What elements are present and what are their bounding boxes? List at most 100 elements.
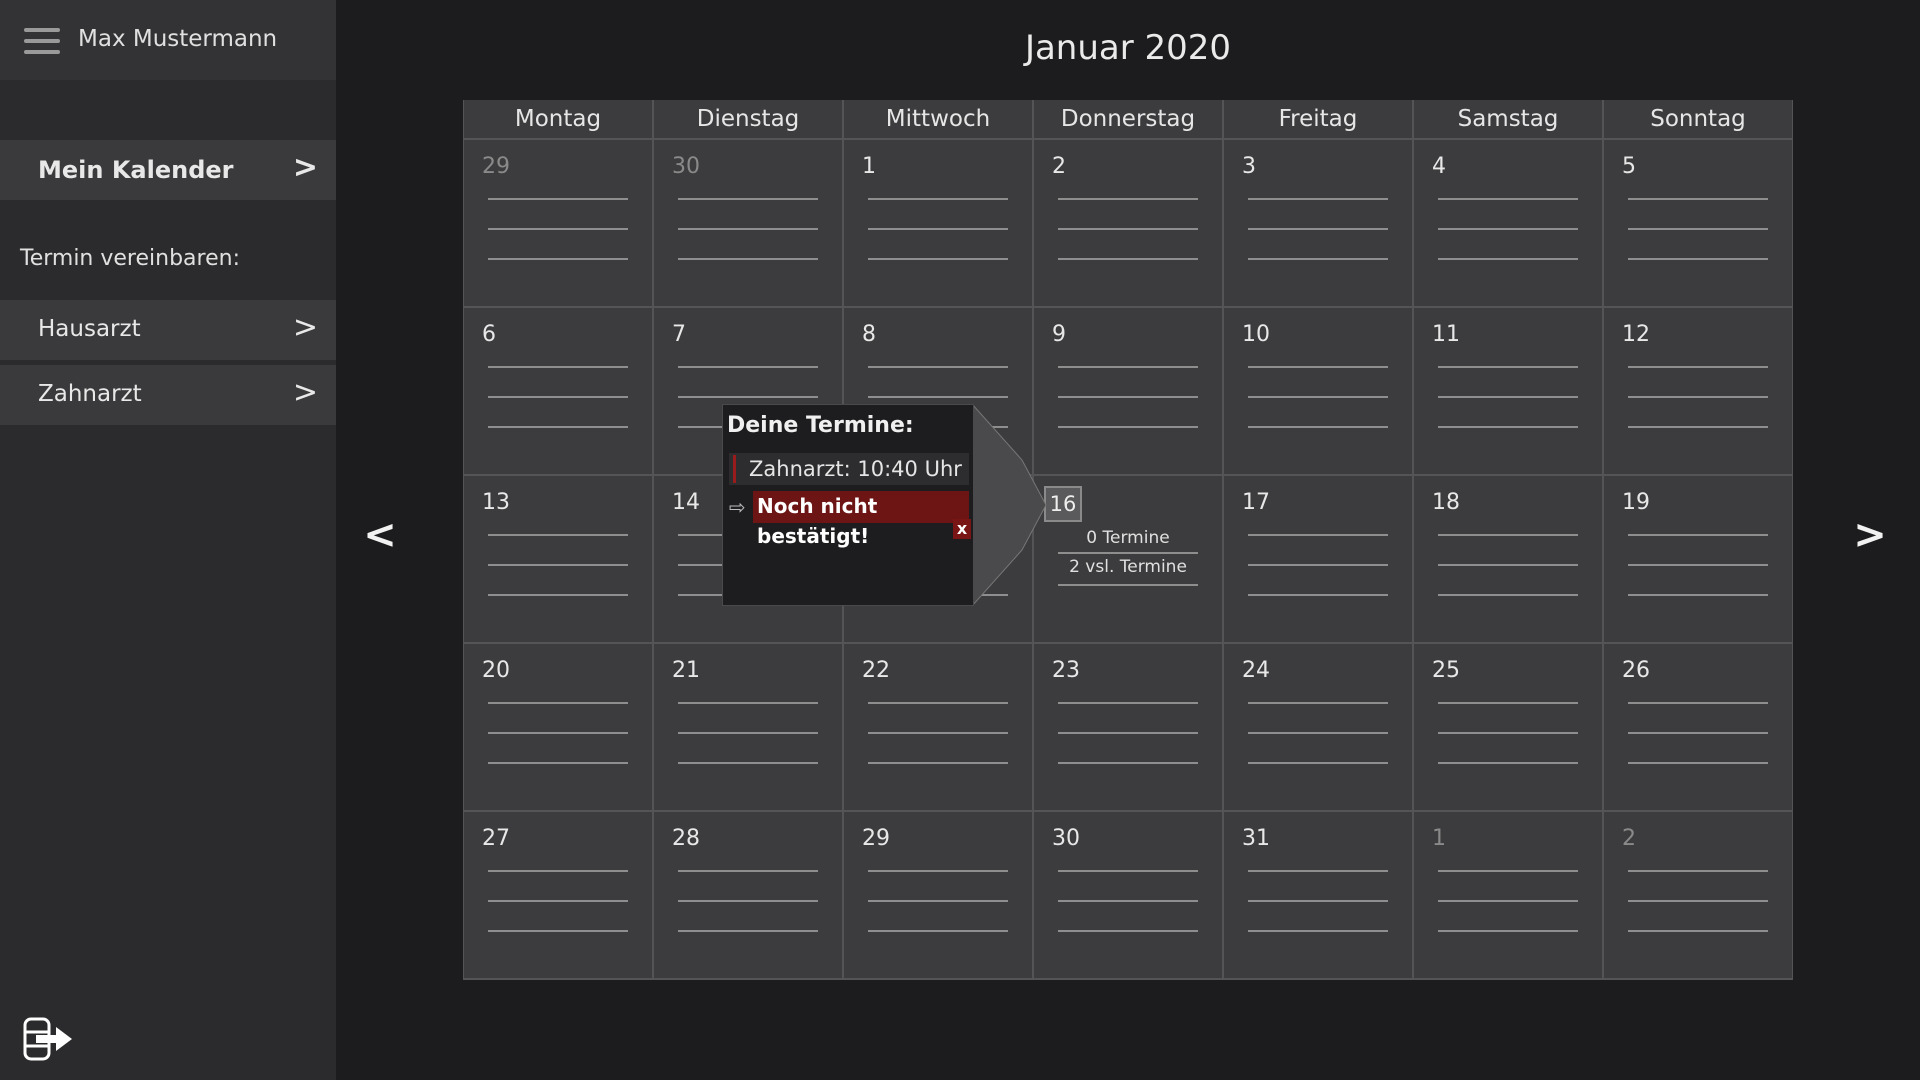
calendar-day-cell[interactable]: 30 [654, 140, 842, 306]
slot-line [678, 900, 818, 902]
slot-line [1248, 594, 1388, 596]
calendar-day-cell[interactable]: 11 [1414, 308, 1602, 474]
day-number: 18 [1432, 490, 1460, 515]
calendar-day-cell[interactable]: 29 [464, 140, 652, 306]
day-number: 29 [482, 154, 510, 179]
sidebar-item-mein-kalender[interactable]: Mein Kalender > [0, 140, 336, 200]
slot-line [868, 732, 1008, 734]
slot-line [1438, 732, 1578, 734]
sidebar-item-hausarzt[interactable]: Hausarzt > [0, 300, 336, 360]
slot-line [488, 198, 628, 200]
hamburger-menu-icon[interactable] [24, 28, 60, 54]
termine-count: 0 Termine [1086, 528, 1170, 548]
weekday-header: Freitag [1224, 100, 1412, 138]
weekday-header: Dienstag [654, 100, 842, 138]
popup-pointer-icon [972, 404, 1047, 606]
calendar-day-cell[interactable]: 2 [1604, 812, 1792, 978]
slot-line [488, 366, 628, 368]
slot-line [488, 258, 628, 260]
slot-line [678, 258, 818, 260]
calendar-day-cell[interactable]: 30 [1034, 812, 1222, 978]
slot-line [678, 228, 818, 230]
close-button[interactable]: x [953, 519, 971, 539]
calendar-day-cell[interactable]: 18 [1414, 476, 1602, 642]
slot-line [1058, 228, 1198, 230]
day-number: 28 [672, 826, 700, 851]
slot-line [678, 732, 818, 734]
day-number: 7 [672, 322, 686, 347]
day-number: 1 [1432, 826, 1446, 851]
slot-line [488, 534, 628, 536]
popup-title: Deine Termine: [727, 413, 914, 438]
calendar-day-cell[interactable]: 19 [1604, 476, 1792, 642]
vsl-termine-count: 2 vsl. Termine [1069, 557, 1187, 577]
calendar-day-cell[interactable]: 23 [1034, 644, 1222, 810]
day-number: 25 [1432, 658, 1460, 683]
calendar-day-cell[interactable]: 20 [464, 644, 652, 810]
slot-line [1248, 732, 1388, 734]
calendar-day-cell[interactable]: 2 [1034, 140, 1222, 306]
slot-line [1438, 702, 1578, 704]
appointment-item[interactable]: Zahnarzt: 10:40 Uhr [729, 453, 969, 485]
day-number: 10 [1242, 322, 1270, 347]
slot-line [1248, 258, 1388, 260]
calendar-day-cell[interactable]: 13 [464, 476, 652, 642]
slot-line [1248, 366, 1388, 368]
slot-line [1438, 564, 1578, 566]
prev-month-button[interactable]: < [360, 512, 400, 558]
calendar-day-cell[interactable]: 31 [1224, 812, 1412, 978]
slot-line [488, 702, 628, 704]
calendar-day-cell[interactable]: 29 [844, 812, 1032, 978]
calendar-day-cell[interactable]: 24 [1224, 644, 1412, 810]
calendar-day-cell[interactable]: 5 [1604, 140, 1792, 306]
slot-line [1248, 930, 1388, 932]
calendar-day-cell[interactable]: 22 [844, 644, 1032, 810]
slot-line [1438, 426, 1578, 428]
calendar-day-cell[interactable]: 12 [1604, 308, 1792, 474]
slot-line [1248, 534, 1388, 536]
calendar-day-cell[interactable]: 1 [844, 140, 1032, 306]
day-number: 30 [672, 154, 700, 179]
slot-line [1628, 198, 1768, 200]
calendar-day-cell[interactable]: 27 [464, 812, 652, 978]
calendar-day-cell[interactable]: 6 [464, 308, 652, 474]
slot-line [868, 930, 1008, 932]
slot-line [1628, 930, 1768, 932]
calendar-day-cell[interactable]: 21 [654, 644, 842, 810]
calendar-day-cell[interactable]: 16 0 Termine 2 vsl. Termine [1034, 476, 1222, 642]
slot-line [1058, 552, 1198, 554]
day-number: 21 [672, 658, 700, 683]
calendar-day-cell[interactable]: 28 [654, 812, 842, 978]
next-month-button[interactable]: > [1850, 512, 1890, 558]
calendar-day-cell[interactable]: 10 [1224, 308, 1412, 474]
slot-line [1628, 564, 1768, 566]
slot-line [1438, 534, 1578, 536]
slot-line [1628, 870, 1768, 872]
day-number: 31 [1242, 826, 1270, 851]
slot-line [488, 930, 628, 932]
day-number: 9 [1052, 322, 1066, 347]
slot-line [1058, 198, 1198, 200]
slot-line [1058, 930, 1198, 932]
slot-line [1438, 930, 1578, 932]
day-number: 11 [1432, 322, 1460, 347]
calendar-day-cell[interactable]: 25 [1414, 644, 1602, 810]
arrow-right-icon: ⇨ [729, 495, 746, 519]
calendar-day-cell[interactable]: 3 [1224, 140, 1412, 306]
calendar-day-cell[interactable]: 9 [1034, 308, 1222, 474]
calendar-day-cell[interactable]: 26 [1604, 644, 1792, 810]
logout-icon[interactable] [22, 1016, 74, 1062]
slot-line [1058, 584, 1198, 586]
calendar-day-cell[interactable]: 17 [1224, 476, 1412, 642]
slot-line [868, 900, 1008, 902]
slot-line [1628, 702, 1768, 704]
chevron-right-icon: > [292, 310, 318, 345]
calendar-day-cell[interactable]: 1 [1414, 812, 1602, 978]
day-number: 8 [862, 322, 876, 347]
calendar-day-cell[interactable]: 4 [1414, 140, 1602, 306]
slot-line [678, 762, 818, 764]
slot-line [1628, 396, 1768, 398]
slot-line [1438, 900, 1578, 902]
sidebar-item-zahnarzt[interactable]: Zahnarzt > [0, 365, 336, 425]
appointments-popup: Deine Termine: Zahnarzt: 10:40 Uhr ⇨ Noc… [722, 404, 974, 606]
